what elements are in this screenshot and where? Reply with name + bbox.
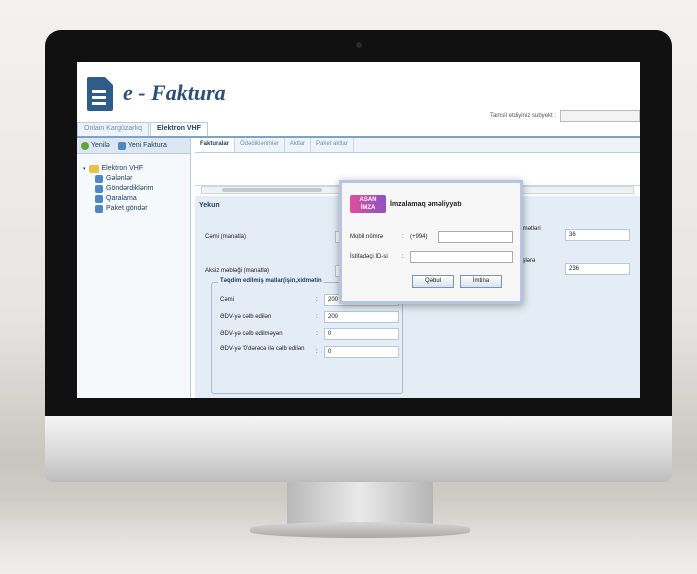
refresh-label: Yenilə [91,142,110,149]
tree-item-gonderdiklerim[interactable]: Göndərdiklərim [83,184,190,194]
colon: : [402,234,404,240]
refresh-icon [81,141,89,150]
cancel-button[interactable]: İmtina [460,275,502,288]
colon: : [402,254,404,260]
monitor-chin [45,416,672,482]
tab-elektron-vhf[interactable]: Elektron VHF [149,122,208,136]
goods-group-title: Təqdim edilmiş mallar(işin,xidmətin [218,278,324,284]
dialog-title: İmzalamaq əməliyyatı [390,200,462,208]
tab-aktlar[interactable]: Aktlar [285,138,312,152]
package-icon [95,205,103,213]
document-logo-icon [87,77,113,111]
folder-tree: ▾ Elektron VHF Gələnlər Göndərdiklərim Q… [77,154,190,214]
new-invoice-icon [117,141,126,150]
vat-zero-label: ƏDV-yə '0'dərəcə ilə cəlb edilən [220,346,305,352]
mobile-label: Mobil nömrə [350,234,384,240]
sidebar: Yenilə Yeni Faktura ▾ Elektron VHF Gələn… [77,138,191,398]
brand-line-1: ASAN [359,197,377,203]
subtabs: Fakturalar Ödədiklərimlər Aktlar Paket a… [195,138,640,153]
tree-item-paket-gonder[interactable]: Paket göndər [83,204,190,214]
tree-item-gelenler[interactable]: Gələnlər [83,174,190,184]
signing-dialog: ASAN İMZA İmzalamaq əməliyyatı Mobil nöm… [339,180,523,304]
app-logo-text: e - Faktura [123,80,226,105]
vat-included-label: ƏDV-yə cəlb edilən [220,314,272,320]
top-tabs: Onlain Kargüzarlıq Elektron VHF [77,122,640,138]
tab-fakturalar[interactable]: Fakturalar [195,138,236,152]
total-label: Cəmi (manatla) [205,234,247,240]
draft-icon [95,195,103,203]
vat-included-field[interactable]: 200 [324,311,399,323]
vat-excluded-field[interactable]: 0 [324,328,399,340]
colon: : [316,331,318,337]
subject-selector: Tamsil etdiyiniz subyekt : [490,110,640,122]
folder-icon [88,165,99,173]
tree-item-label: Göndərdiklərim [106,185,154,192]
colon: : [316,297,318,303]
asan-imza-logo: ASAN İMZA [350,195,386,213]
vat-zero-field[interactable]: 0 [324,346,399,358]
tab-paket-aktlar[interactable]: Paket aktlar [311,138,354,152]
expand-icon: ▾ [83,166,86,172]
tree-item-qaralama[interactable]: Qaralama [83,194,190,204]
vat-excluded-label: ƏDV-yə cəlb edilməyən [220,331,283,337]
screen: e - Faktura Tamsil etdiyiniz subyekt : O… [77,62,640,398]
user-id-input[interactable] [410,251,513,263]
tree-item-label: Qaralama [106,195,137,202]
tab-odediklerim[interactable]: Ödədiklərimlər [235,138,285,152]
refresh-button[interactable]: Yenilə [81,141,110,150]
tree-root-label: Elektron VHF [101,165,144,172]
monitor-stand [287,482,433,526]
subject-input[interactable] [560,110,640,122]
sidebar-toolbar: Yenilə Yeni Faktura [77,138,190,154]
dialog-header: ASAN İMZA İmzalamaq əməliyyatı [350,195,462,213]
tree-root-elektron-vhf[interactable]: ▾ Elektron VHF [83,164,190,174]
works-field[interactable]: 236 [565,263,630,275]
colon: : [316,349,318,355]
tab-onlain-karguzarliq[interactable]: Onlain Kargüzarlıq [77,122,149,136]
tree-item-label: Gələnlər [106,175,133,182]
mobile-input[interactable] [438,231,513,243]
new-invoice-label: Yeni Faktura [127,142,167,149]
mobile-prefix: (+994) [410,234,428,240]
colon: : [316,314,318,320]
accept-button[interactable]: Qəbul [412,275,454,288]
new-invoice-button[interactable]: Yeni Faktura [117,141,167,150]
excise-label: Aksiz məbləği (manatla) [205,268,270,274]
tree-item-label: Paket göndər [106,205,148,212]
goods-total-label: Cəmi [220,297,235,303]
scrollbar-thumb[interactable] [222,188,322,192]
camera [356,42,362,48]
inbox-icon [95,175,103,183]
services-field[interactable]: 36 [565,229,630,241]
sent-icon [95,185,103,193]
summary-heading: Yekun [199,202,220,209]
subject-label: Tamsil etdiyiniz subyekt : [489,113,556,119]
user-id-label: İstifadəçi ID-si [350,254,388,260]
monitor-base [250,522,470,538]
brand-line-2: İMZA [360,205,376,211]
